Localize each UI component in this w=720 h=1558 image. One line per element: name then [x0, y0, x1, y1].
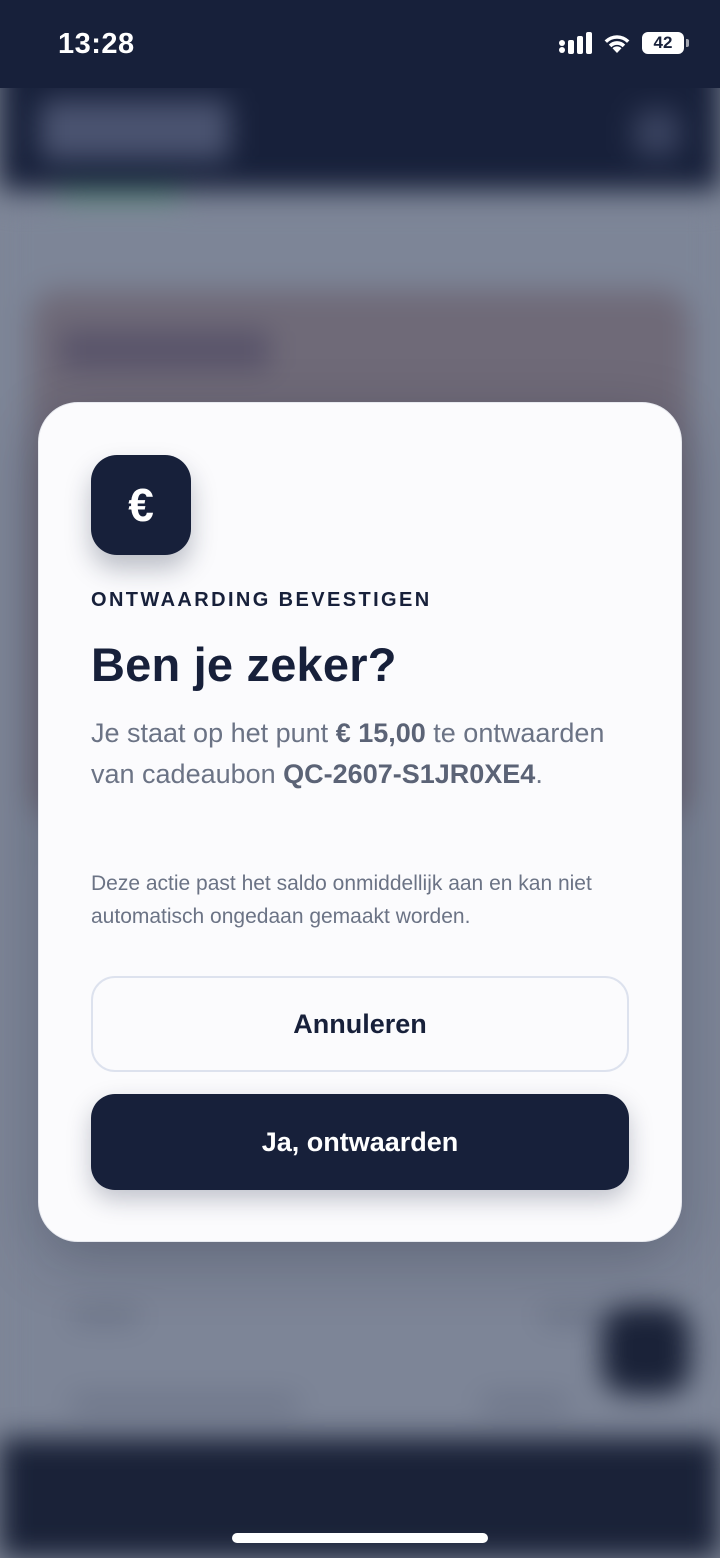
status-icons: 42 — [558, 32, 689, 54]
background-accent-strip — [60, 190, 180, 200]
dialog-message: Je staat op het punt € 15,00 te ontwaard… — [91, 713, 631, 795]
cancel-button[interactable]: Annuleren — [91, 976, 629, 1072]
amount-value: € 15,00 — [335, 718, 426, 748]
dialog-eyebrow: ONTWAARDING BEVESTIGEN — [91, 589, 432, 611]
background-fab — [602, 1306, 690, 1394]
voucher-code: QC-2607-S1JR0XE4 — [283, 759, 536, 789]
confirm-dialog: € ONTWAARDING BEVESTIGEN Ben je zeker? J… — [38, 402, 682, 1242]
euro-icon: € — [91, 455, 191, 555]
home-indicator[interactable] — [232, 1533, 488, 1543]
dialog-note: Deze actie past het saldo onmiddellijk a… — [91, 872, 592, 928]
status-bar: 13:28 42 — [0, 0, 720, 88]
confirm-redeem-button[interactable]: Ja, ontwaarden — [91, 1094, 629, 1190]
battery-icon: 42 — [642, 32, 689, 54]
wifi-icon — [602, 32, 632, 54]
message-prefix: Je staat op het punt — [91, 718, 336, 748]
background-logo — [40, 100, 230, 160]
background-menu-icon — [634, 110, 680, 156]
background-row — [540, 1308, 610, 1324]
background-row — [70, 1396, 300, 1412]
background-row — [480, 1396, 570, 1412]
signal-icon — [558, 32, 592, 54]
dialog-title: Ben je zeker? — [91, 638, 397, 691]
background-card-title — [60, 330, 270, 370]
status-time: 13:28 — [58, 28, 135, 60]
background-row — [70, 1308, 140, 1324]
message-suffix: . — [535, 759, 543, 789]
